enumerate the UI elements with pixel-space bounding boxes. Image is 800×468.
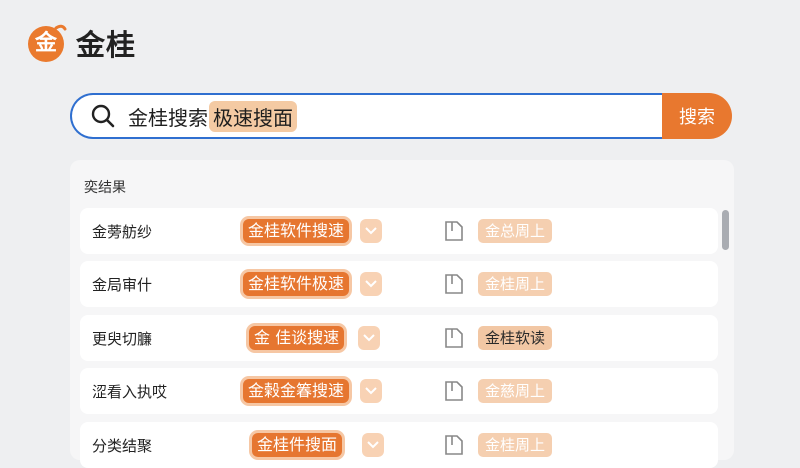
search-bar: 金桂搜索 极速搜面 搜索 xyxy=(70,93,732,139)
search-query-text: 金桂搜索 xyxy=(128,105,208,130)
document-icon xyxy=(445,435,463,455)
result-tag[interactable]: 金桂软件搜速 xyxy=(243,219,350,243)
result-pill[interactable]: 金桂软读 xyxy=(478,326,553,350)
results-scrollbar[interactable] xyxy=(722,210,730,460)
result-row-label: 更臾切臁 xyxy=(92,330,153,348)
logo-text: 金桂 xyxy=(76,28,137,62)
scrollbar-thumb[interactable] xyxy=(722,210,729,250)
result-row[interactable]: 涩看入执哎 金榖金箺搜速 金慈周上 xyxy=(80,368,718,414)
result-row-label: 分类结聚 xyxy=(92,437,153,455)
search-query-highlight: 极速搜面 xyxy=(209,100,297,132)
app-logo: 金 金桂 xyxy=(26,22,136,64)
result-pill[interactable]: 金桂周上 xyxy=(478,272,553,296)
result-row-label: 金蒡舫纱 xyxy=(92,223,153,241)
result-row[interactable]: 分类结聚 金桂件搜面 金桂周上 xyxy=(80,422,718,468)
result-tag[interactable]: 金榖金箺搜速 xyxy=(243,379,350,403)
result-tag[interactable]: 金桂件搜面 xyxy=(252,433,343,457)
result-tag[interactable]: 金桂软件极速 xyxy=(243,272,350,296)
result-tag[interactable]: 金 佳谈搜速 xyxy=(249,326,345,350)
logo-mark-char: 金 xyxy=(34,31,57,56)
result-row[interactable]: 金蒡舫纱 金桂软件搜速 金总周上 xyxy=(80,208,718,254)
logo-mark-icon: 金 xyxy=(26,22,68,64)
document-icon xyxy=(445,328,463,348)
document-icon xyxy=(445,221,463,241)
search-button[interactable]: 搜索 xyxy=(662,93,732,139)
chevron-down-icon[interactable] xyxy=(360,219,382,243)
search-icon xyxy=(91,104,115,128)
chevron-down-icon[interactable] xyxy=(358,326,380,350)
result-row-label: 涩看入执哎 xyxy=(92,383,168,401)
result-pill[interactable]: 金总周上 xyxy=(478,219,553,243)
document-icon xyxy=(445,381,463,401)
result-row[interactable]: 金局审什 金桂软件极速 金桂周上 xyxy=(80,261,718,307)
results-panel: 奕结果 金蒡舫纱 金桂软件搜速 金总周上 金局审什 金桂软件极速 金桂周上 更臾… xyxy=(70,160,734,468)
result-pill[interactable]: 金桂周上 xyxy=(478,433,553,457)
document-icon xyxy=(445,274,463,294)
result-pill[interactable]: 金慈周上 xyxy=(478,379,553,403)
result-row[interactable]: 更臾切臁 金 佳谈搜速 金桂软读 xyxy=(80,315,718,361)
chevron-down-icon[interactable] xyxy=(360,272,382,296)
chevron-down-icon[interactable] xyxy=(362,433,384,457)
results-title: 奕结果 xyxy=(84,180,126,196)
chevron-down-icon[interactable] xyxy=(360,379,382,403)
search-input[interactable]: 金桂搜索 极速搜面 xyxy=(70,93,662,139)
result-row-label: 金局审什 xyxy=(92,276,153,294)
